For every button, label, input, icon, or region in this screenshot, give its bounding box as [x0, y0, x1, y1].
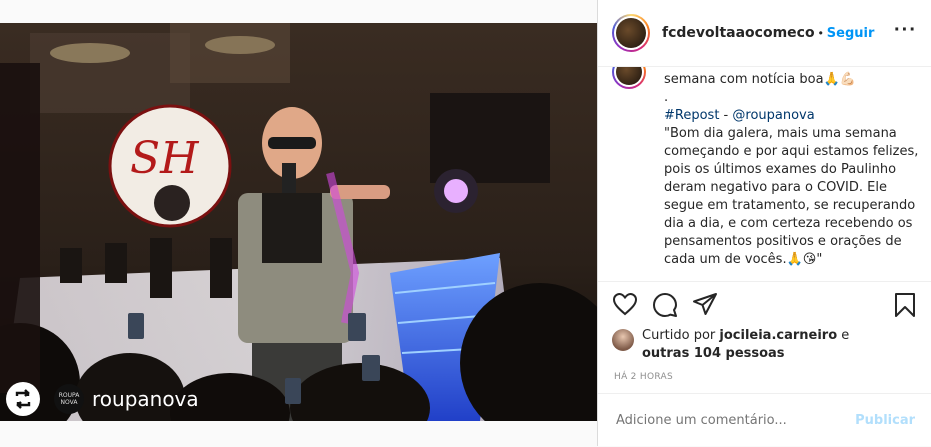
- caption-text: semana com notícia boa🙏💪🏻 . #Repost - @r…: [664, 71, 924, 269]
- repost-username: roupanova: [92, 387, 199, 411]
- drum-logo: SH: [130, 133, 200, 184]
- likes-text: Curtido por jocileia.carneiro e outras 1…: [642, 327, 849, 363]
- share-icon[interactable]: [692, 292, 718, 316]
- post-username[interactable]: fcdevoltaaocomeco: [662, 25, 815, 41]
- post-photo[interactable]: SH ROUPA NOVA roupanova: [0, 23, 597, 421]
- caption-line: .: [664, 90, 669, 105]
- post-timestamp[interactable]: HÁ 2 HORAS: [614, 372, 673, 382]
- more-options-icon[interactable]: ···: [894, 20, 917, 40]
- comment-icon[interactable]: [652, 292, 678, 318]
- mention-link[interactable]: @roupanova: [732, 108, 814, 123]
- caption-line: cada um de vocês.🙏😘": [664, 252, 823, 267]
- post-panel: fcdevoltaaocomeco • Seguir ··· semana co…: [597, 0, 931, 446]
- follow-button[interactable]: Seguir: [827, 26, 875, 41]
- repost-avatar: ROUPA NOVA: [54, 384, 84, 414]
- caption-line: segue em tratamento, se recuperando: [664, 198, 916, 213]
- caption-repost-line: #Repost - @roupanova: [664, 107, 924, 125]
- likes-others-link[interactable]: outras 104 pessoas: [642, 346, 785, 361]
- separator-dot: •: [818, 26, 823, 40]
- caption-area[interactable]: semana com notícia boa🙏💪🏻 . #Repost - @r…: [598, 67, 931, 280]
- caption-line: pois os últimos exames do Paulinho: [664, 162, 897, 177]
- profile-avatar[interactable]: [612, 14, 650, 52]
- caption-avatar[interactable]: [612, 67, 646, 89]
- concert-image: SH: [0, 23, 597, 421]
- comment-bar: Publicar: [598, 393, 931, 447]
- repost-icon: [6, 382, 40, 416]
- action-icons: [598, 282, 931, 330]
- likes-summary: Curtido por jocileia.carneiro e outras 1…: [612, 327, 849, 363]
- post-actions: Curtido por jocileia.carneiro e outras 1…: [598, 281, 931, 382]
- likes-prefix: Curtido por: [642, 328, 720, 343]
- caption-line: dia a dia, e com certeza recebendo os: [664, 216, 913, 231]
- heart-icon[interactable]: [612, 292, 638, 316]
- liker-avatar[interactable]: [612, 329, 634, 351]
- publish-button[interactable]: Publicar: [855, 413, 915, 428]
- caption-line: semana com notícia boa🙏💪🏻: [664, 72, 856, 87]
- caption-line: deram negativo para o COVID. Ele: [664, 180, 887, 195]
- post-header: fcdevoltaaocomeco • Seguir ···: [598, 0, 931, 67]
- bookmark-icon[interactable]: [894, 292, 916, 318]
- repost-bar: ROUPA NOVA roupanova: [0, 377, 199, 421]
- liker-username[interactable]: jocileia.carneiro: [719, 328, 837, 343]
- caption-dash: -: [719, 108, 733, 123]
- caption-line: "Bom dia galera, mais uma semana: [664, 126, 897, 141]
- likes-joiner: e: [837, 328, 850, 343]
- caption-line: começando e por aqui estamos felizes,: [664, 144, 919, 159]
- caption-line: pensamentos positivos e orações de: [664, 234, 902, 249]
- hashtag-link[interactable]: #Repost: [664, 108, 719, 123]
- comment-input[interactable]: [614, 412, 858, 429]
